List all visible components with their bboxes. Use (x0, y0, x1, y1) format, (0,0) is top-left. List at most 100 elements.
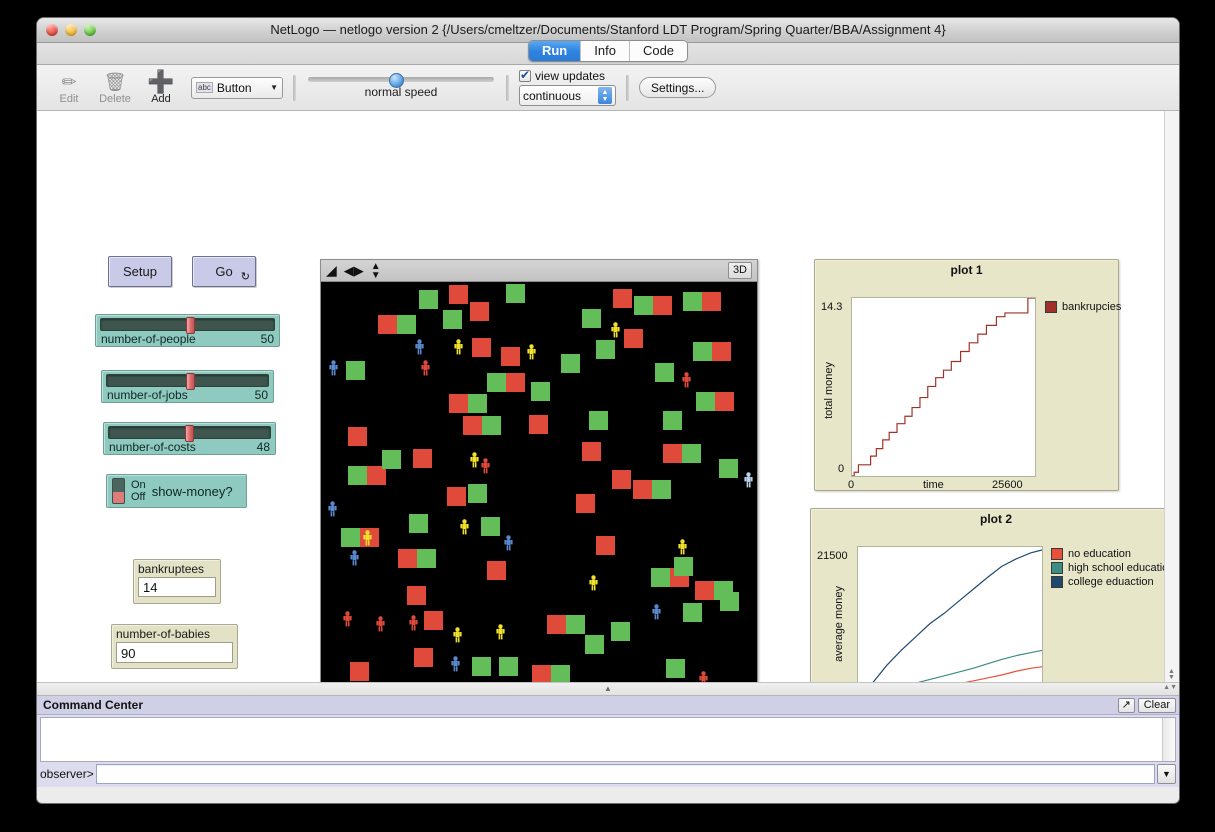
pencil-icon: ✏ (61, 71, 77, 92)
world-turtle (589, 575, 598, 591)
legend-swatch (1051, 576, 1063, 588)
view-updates-checkbox[interactable] (519, 68, 531, 82)
legend-label: no education (1068, 548, 1131, 560)
plot-2-title: plot 2 (980, 512, 1012, 526)
view-updates-label: view updates (535, 69, 606, 83)
world-patch (407, 586, 426, 605)
world-turtle (328, 501, 337, 517)
world-canvas[interactable] (321, 282, 757, 682)
add-label: Add (151, 92, 171, 105)
legend-item: high school education (1051, 562, 1174, 574)
world-patch (674, 557, 693, 576)
tab-info[interactable]: Info (581, 41, 630, 61)
up-down-arrows-icon[interactable]: ▲ ▼ (371, 261, 381, 280)
slider-number-of-people[interactable]: number-of-people 50 (95, 314, 280, 347)
output-scrollbar[interactable] (1162, 718, 1175, 761)
chevron-down-icon: ▼ (270, 83, 278, 92)
world-turtle (343, 611, 352, 627)
world-patch (447, 487, 466, 506)
world-patch (414, 648, 433, 667)
panel-divider[interactable]: ▲ ▲▼ (37, 683, 1179, 696)
three-d-button[interactable]: 3D (727, 262, 752, 279)
world-patch (470, 302, 489, 321)
world-patch (696, 392, 715, 411)
input-value[interactable]: 90 (116, 642, 233, 663)
plot-2-canvas (857, 546, 1043, 682)
legend-label: high school education (1068, 562, 1175, 574)
plot-1-xtick-min: 0 (848, 479, 855, 491)
collapse-caret-icon[interactable]: ▲ (604, 684, 612, 693)
world-patch (532, 665, 551, 682)
legend-swatch (1051, 562, 1063, 574)
clear-button[interactable]: Clear (1137, 697, 1176, 713)
world-patch (397, 315, 416, 334)
world-view[interactable]: ◢ ◀▶ ▲ ▼ 3D (320, 259, 758, 682)
input-number-of-babies[interactable]: number-of-babies 90 (111, 624, 238, 669)
command-center-output (40, 717, 1176, 762)
observer-prompt: observer> (40, 767, 94, 781)
plot-1: plot 1 14.3 0 total money 0 time 25600 b… (814, 259, 1121, 491)
world-patch (653, 296, 672, 315)
world-patch (683, 603, 702, 622)
world-patch (695, 581, 714, 600)
world-patch (611, 622, 630, 641)
world-turtle (363, 530, 372, 546)
world-patch (634, 296, 653, 315)
world-patch (666, 659, 685, 678)
setup-button[interactable]: Setup (108, 256, 172, 287)
plot-1-canvas (851, 297, 1036, 477)
world-turtle (678, 539, 687, 555)
switch-knob[interactable] (112, 478, 125, 504)
switch-show-money[interactable]: On Off show-money? (106, 474, 247, 508)
netlogo-window: NetLogo — netlogo version 2 {/Users/cmel… (37, 18, 1179, 803)
legend-swatch (1051, 548, 1063, 560)
chevron-down-icon[interactable]: ▼ (1157, 764, 1176, 784)
widget-type-select[interactable]: abc Button ▼ (191, 76, 283, 99)
slider-number-of-jobs[interactable]: number-of-jobs 50 (101, 370, 274, 403)
monitor-bankruptees: bankruptees 14 (133, 559, 221, 604)
interface-scrollbar[interactable] (1164, 111, 1179, 682)
world-patch (663, 411, 682, 430)
add-button[interactable]: ➕ Add (139, 70, 183, 105)
speed-slider[interactable]: normal speed (306, 72, 496, 99)
tab-code[interactable]: Code (629, 41, 688, 61)
slider-number-of-costs[interactable]: number-of-costs 48 (103, 422, 276, 455)
divider-arrows-icon[interactable]: ▲▼ (1163, 684, 1177, 691)
world-patch (350, 662, 369, 681)
world-patch (463, 416, 482, 435)
expand-icon[interactable]: ↗ (1117, 697, 1135, 713)
go-button[interactable]: Go ↻ (192, 256, 256, 287)
command-input[interactable] (95, 764, 1155, 784)
tab-run[interactable]: Run (528, 41, 582, 61)
command-center-title: Command Center (43, 698, 144, 712)
toolbar: ✏ Edit 🗑 Delete ➕ Add abc Button ▼ norma… (37, 65, 1179, 111)
world-patch (487, 373, 506, 392)
toolbar-separator-1 (293, 74, 296, 101)
legend-item: college eduaction (1051, 576, 1174, 588)
edit-button[interactable]: ✏ Edit (47, 71, 91, 105)
world-patch (472, 657, 491, 676)
plot-2-body: 21500 0 average money 0 time 25600 no ed… (811, 526, 1179, 682)
speed-thumb[interactable] (389, 72, 404, 88)
world-patch (547, 615, 566, 634)
world-patch (712, 342, 731, 361)
settings-button[interactable]: Settings... (639, 77, 717, 98)
screen: NetLogo — netlogo version 2 {/Users/cmel… (0, 0, 1215, 832)
world-turtle (409, 615, 418, 631)
world-patch (409, 514, 428, 533)
legend-item: bankrupcies (1045, 301, 1121, 313)
world-patch (487, 561, 506, 580)
resize-icon[interactable]: ◢ (326, 262, 337, 279)
world-turtle (454, 339, 463, 355)
world-patch (551, 665, 570, 682)
left-right-arrows-icon[interactable]: ◀▶ (344, 263, 364, 279)
world-patch (468, 484, 487, 503)
delete-button[interactable]: 🗑 Delete (93, 71, 137, 105)
stepper-icon[interactable]: ▲ ▼ (598, 87, 612, 104)
update-mode-select[interactable]: continuous ▲ ▼ (519, 85, 616, 106)
speed-label: normal speed (364, 84, 438, 99)
scroll-arrows-icon[interactable]: ▲ ▼ (1165, 668, 1178, 681)
world-patch (683, 292, 702, 311)
world-turtle (329, 360, 338, 376)
world-patch (499, 657, 518, 676)
